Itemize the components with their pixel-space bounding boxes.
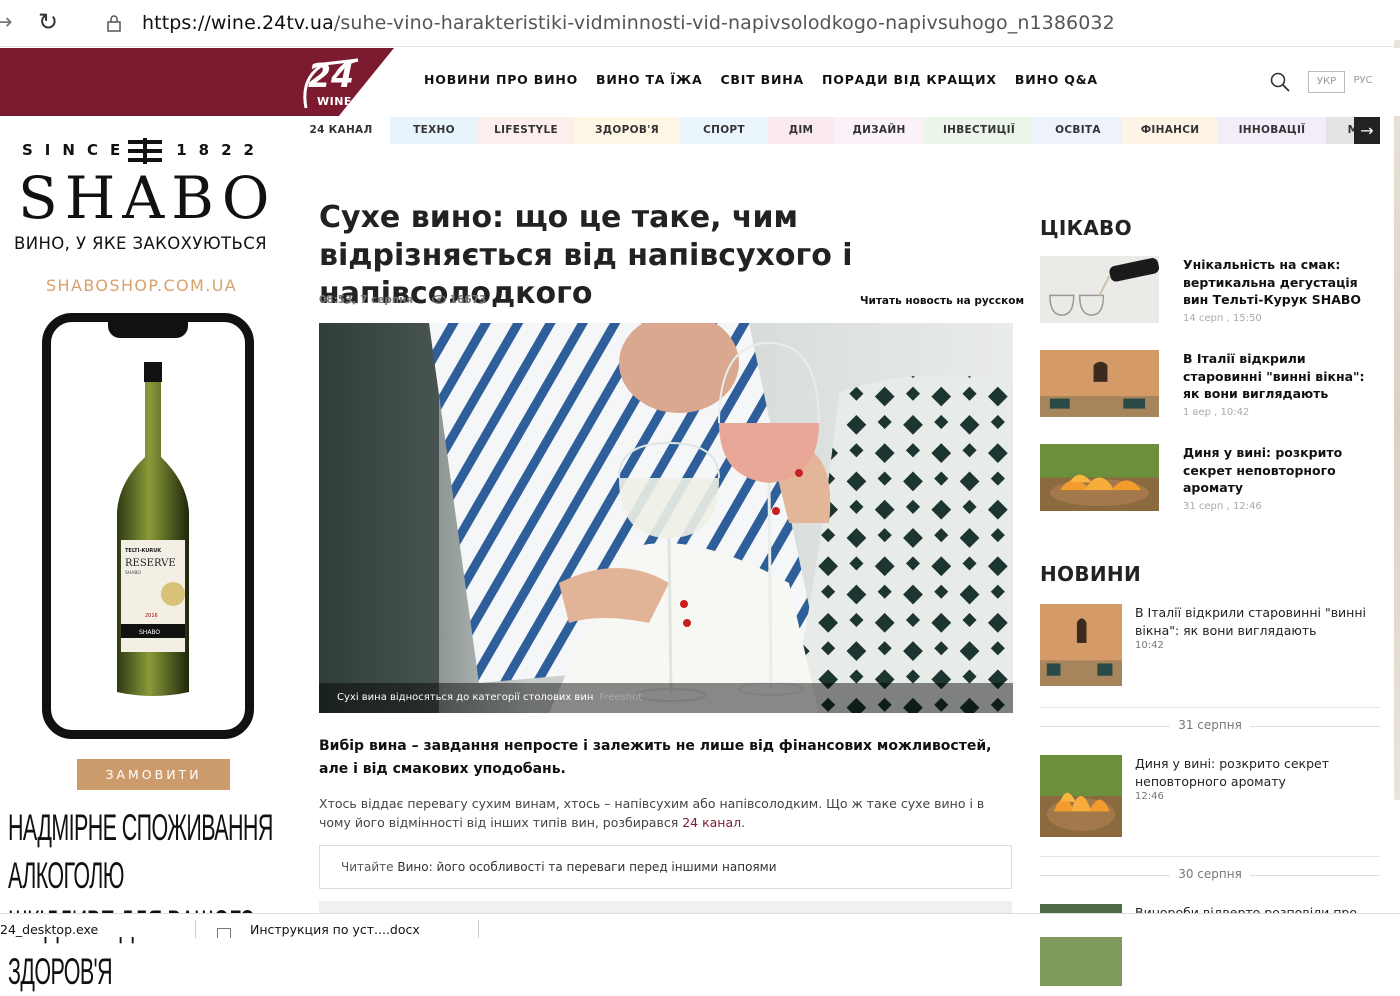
category-tab[interactable]: ДІМ <box>768 117 834 144</box>
interesting-item-title[interactable]: Диня у вині: розкрито секрет неповторног… <box>1183 444 1383 497</box>
article-body: Хтось віддає перевагу сухим винам, хтось… <box>319 796 985 830</box>
read-also-box[interactable]: Читайте Вино: його особливості та перева… <box>319 845 1012 889</box>
image-caption: Сухі вина відносяться до категорії столо… <box>319 683 1013 713</box>
arrow-right-icon[interactable]: → <box>1354 117 1380 144</box>
lock-icon <box>107 15 121 32</box>
category-tab[interactable]: LIFESTYLE <box>478 117 574 144</box>
news-thumbnail[interactable] <box>1040 444 1159 511</box>
category-tab[interactable]: ОСВІТА <box>1034 117 1122 144</box>
news-item-time: 12:46 <box>1135 791 1164 802</box>
svg-text:2016: 2016 <box>145 613 158 619</box>
news-item-time: 10:42 <box>1135 640 1164 651</box>
24-kanal-link[interactable]: 24 канал <box>682 815 741 830</box>
category-tab[interactable]: ІНВЕСТИЦІЇ <box>924 117 1034 144</box>
ad-shop-link[interactable]: SHABOSHOP.COM.UA <box>46 276 237 295</box>
svg-text:SHABO: SHABO <box>139 629 160 636</box>
article-lead: Вибір вина – завдання непросте і залежит… <box>319 738 992 777</box>
shabo-mark-icon <box>128 138 162 164</box>
nav-wine-food[interactable]: ВИНО ТА ЇЖА <box>596 72 702 87</box>
news-item-title[interactable]: Диня у вині: розкрито секрет неповторног… <box>1135 755 1385 790</box>
interesting-item-date: 31 серп , 12:46 <box>1183 501 1262 512</box>
url-text[interactable]: https://wine.24tv.ua/suhe-vino-harakteri… <box>142 12 1115 34</box>
interesting-item-title[interactable]: В Італії відкрили старовинні "винні вікн… <box>1183 350 1383 403</box>
logo-word: WINE <box>317 95 352 108</box>
read-in-russian-link[interactable]: Читать новость на русском <box>860 295 1024 307</box>
ad-phone-image: TELTI-KURUK RESERVE SHABO 2016 SHABO <box>42 313 254 739</box>
divider <box>1040 707 1380 708</box>
nav-wine-news[interactable]: НОВИНИ ПРО ВИНО <box>424 72 578 87</box>
nav-wine-world[interactable]: СВІТ ВИНА <box>720 72 804 87</box>
article-hero-image: Сухі вина відносяться до категорії столо… <box>319 323 1013 713</box>
svg-text:TELTI-KURUK: TELTI-KURUK <box>125 548 162 554</box>
main-nav: НОВИНИ ПРО ВИНО ВИНО ТА ЇЖА СВІТ ВИНА ПО… <box>424 72 1098 87</box>
divider <box>195 920 196 938</box>
date-separator: 30 серпня <box>1040 867 1380 881</box>
divider <box>1040 856 1380 857</box>
download-item[interactable]: Инструкция по уст....docx <box>250 922 420 937</box>
category-tab[interactable]: ЗДОРОВ'Я <box>574 117 680 144</box>
category-tab[interactable]: ДИЗАЙН <box>834 117 924 144</box>
nav-tips[interactable]: ПОРАДИ ВІД КРАЩИХ <box>822 72 997 87</box>
eye-icon <box>432 295 446 304</box>
divider <box>478 920 479 938</box>
views-count: 16673 <box>432 294 486 306</box>
phone-notch <box>108 320 188 338</box>
article-date: 08:53, 7 серпня <box>319 294 414 306</box>
svg-text:SHABO: SHABO <box>125 570 141 576</box>
alcohol-warning: НАДМІРНЕ СПОЖИВАННЯ АЛКОГОЛЮШКІДЛИВЕ ДЛЯ… <box>8 807 273 992</box>
interesting-item-title[interactable]: Унікальність на смак: вертикальна дегуст… <box>1183 256 1383 309</box>
news-thumbnail[interactable] <box>1040 350 1159 417</box>
interesting-item-date: 14 серп , 15:50 <box>1183 313 1262 324</box>
window-edge <box>1394 40 1400 800</box>
ad-tagline: ВИНО, У ЯКЕ ЗАКОХУЮТЬСЯ <box>14 234 268 253</box>
category-tab[interactable]: ФІНАНСИ <box>1122 117 1218 144</box>
news-thumbnail[interactable] <box>1040 604 1122 686</box>
woman-with-wine-glasses-photo <box>319 323 1013 713</box>
news-thumbnail[interactable] <box>1040 256 1159 323</box>
logo-number: 24 <box>308 56 354 95</box>
interesting-item-date: 1 вер , 10:42 <box>1183 407 1250 418</box>
news-title: НОВИНИ <box>1040 562 1141 586</box>
reload-icon[interactable]: ↻ <box>38 8 58 36</box>
wine-bottle-image: TELTI-KURUK RESERVE SHABO 2016 SHABO <box>117 362 189 696</box>
category-tab[interactable]: ТЕХНО <box>390 117 478 144</box>
interesting-title: ЦІКАВО <box>1040 216 1132 240</box>
site-logo[interactable]: 24 WINE <box>0 48 394 116</box>
category-tab[interactable]: СПОРТ <box>680 117 768 144</box>
lang-rus-button[interactable]: РУС <box>1350 71 1376 93</box>
ad-brand: SHABO <box>18 164 277 232</box>
back-arrow-icon[interactable]: → <box>0 10 12 35</box>
category-tab[interactable]: 24 КАНАЛ <box>292 117 390 144</box>
svg-text:RESERVE: RESERVE <box>125 558 176 569</box>
news-item-title[interactable]: В Італії відкрили старовинні "винні вікн… <box>1135 604 1385 639</box>
search-icon[interactable] <box>1270 72 1290 92</box>
downloads-bar: 24_desktop.exe Инструкция по уст....docx <box>0 913 1400 938</box>
news-thumbnail[interactable] <box>1040 755 1122 837</box>
read-also-link[interactable]: Вино: його особливості та переваги перед… <box>397 860 776 874</box>
order-button[interactable]: ЗАМОВИТИ <box>77 759 230 790</box>
nav-wine-qa[interactable]: ВИНО Q&A <box>1015 72 1098 87</box>
date-separator: 31 серпня <box>1040 718 1380 732</box>
lang-ukr-button[interactable]: УКР <box>1308 71 1345 93</box>
category-tab[interactable]: ІННОВАЦІЇ <box>1218 117 1326 144</box>
category-bar: 24 КАНАЛ ТЕХНО LIFESTYLE ЗДОРОВ'Я СПОРТ ДІМ ДИ… <box>292 117 1380 144</box>
browser-address-bar: → ↻ https://wine.24tv.ua/suhe-vino-harak… <box>0 0 1400 47</box>
download-item[interactable]: 24_desktop.exe <box>0 922 98 937</box>
